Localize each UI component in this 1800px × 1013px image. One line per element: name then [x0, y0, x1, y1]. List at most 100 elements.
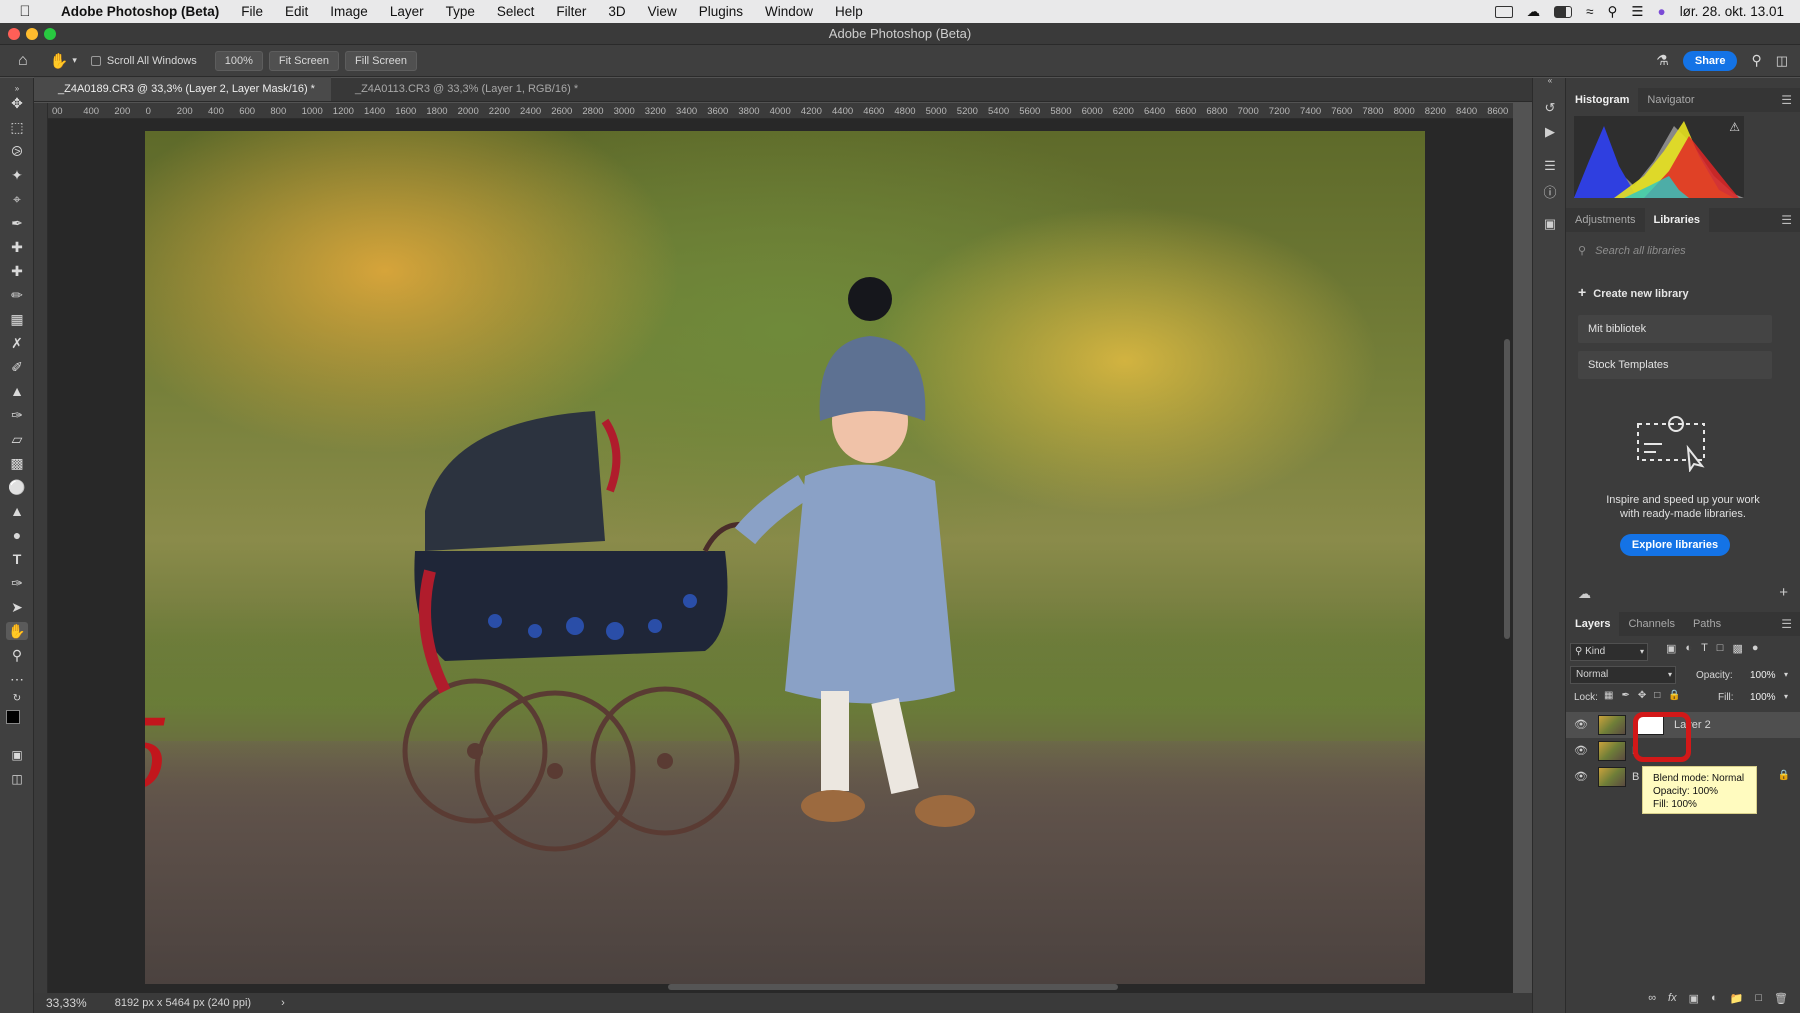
visibility-eye-icon[interactable]: 👁	[1574, 718, 1588, 731]
tab-navigator[interactable]: Navigator	[1638, 88, 1703, 112]
layer-thumbnail[interactable]	[1598, 767, 1626, 787]
close-window-button[interactable]	[8, 28, 20, 40]
foreground-color-swatch[interactable]	[6, 710, 20, 724]
status-zoom[interactable]: 33,33%	[46, 996, 87, 1010]
layer-name[interactable]: B	[1632, 771, 1639, 783]
menu-type[interactable]: Type	[435, 4, 486, 19]
blend-mode-select[interactable]: Normal ▾	[1570, 666, 1676, 684]
eraser-tool-icon[interactable]: ▱	[6, 430, 28, 448]
scroll-all-windows-checkbox[interactable]: Scroll All Windows	[90, 55, 197, 67]
workspace-icon[interactable]: ◫	[1776, 53, 1788, 69]
menu-layer[interactable]: Layer	[379, 4, 435, 19]
eyedropper-tool-icon[interactable]: ✒	[6, 214, 28, 232]
layer-thumbnail[interactable]	[1598, 715, 1626, 735]
menu-plugins[interactable]: Plugins	[688, 4, 754, 19]
paint-brush-tool-icon[interactable]: ✐	[6, 358, 28, 376]
gradient-tool-icon[interactable]: ▩	[6, 454, 28, 472]
tab-document-1[interactable]: _Z4A0189.CR3 @ 33,3% (Layer 2, Layer Mas…	[34, 77, 331, 101]
library-search[interactable]: ⚲ Search all libraries	[1578, 244, 1788, 264]
control-center-icon[interactable]: ☰	[1631, 4, 1643, 20]
panel-menu-icon[interactable]: ☰	[1781, 617, 1800, 631]
type-tool-icon[interactable]: T	[6, 550, 28, 568]
lock-all-icon[interactable]: 🔒	[1668, 690, 1680, 701]
adjustment-filter-icon[interactable]: ◐	[1685, 642, 1692, 655]
remove-tool-icon[interactable]: ✗	[6, 334, 28, 352]
lock-artboard-icon[interactable]: □	[1654, 690, 1660, 701]
properties-sliders-icon[interactable]: ☰	[1541, 158, 1559, 176]
lock-pixels-icon[interactable]: ✒	[1621, 690, 1629, 701]
fill-field[interactable]: 100%	[1750, 692, 1776, 703]
new-group-icon[interactable]: 📁	[1730, 992, 1744, 1005]
vertical-scrollbar[interactable]	[1504, 339, 1510, 639]
vertical-ruler[interactable]	[34, 103, 48, 993]
healing-brush-tool-icon[interactable]: ✚	[6, 262, 28, 280]
object-selection-tool-icon[interactable]: ✦	[6, 166, 28, 184]
type-filter-icon[interactable]: T	[1701, 642, 1708, 655]
panel-menu-icon[interactable]: ☰	[1781, 93, 1800, 107]
chevron-down-icon[interactable]: ▾	[72, 55, 77, 66]
tab-paths[interactable]: Paths	[1684, 612, 1730, 636]
history-icon[interactable]: ↺	[1541, 100, 1559, 118]
new-layer-icon[interactable]: □	[1755, 992, 1762, 1004]
move-tool-icon[interactable]: ✥	[6, 94, 28, 112]
crop-tool-icon[interactable]: ⌖	[6, 190, 28, 208]
cloud-icon[interactable]: ☁	[1578, 586, 1591, 602]
tab-channels[interactable]: Channels	[1619, 612, 1683, 636]
marquee-tool-icon[interactable]: ⬚	[6, 118, 28, 136]
canvas-area[interactable]: 5	[48, 119, 1513, 993]
chevron-down-icon[interactable]: ▾	[1784, 670, 1788, 679]
horizontal-ruler[interactable]: 00 400 200 0 200 400 600 800 1000 1200 1400 1600 180…	[48, 103, 1513, 119]
tab-libraries[interactable]: Libraries	[1644, 208, 1709, 232]
menu-3d[interactable]: 3D	[597, 4, 636, 19]
tab-adjustments[interactable]: Adjustments	[1566, 208, 1645, 232]
library-item[interactable]: Mit bibliotek	[1578, 315, 1772, 343]
search-icon[interactable]: ⚲	[1751, 52, 1761, 69]
swap-colors-icon[interactable]: ↻	[6, 690, 28, 708]
dodge-tool-icon[interactable]: ●	[6, 526, 28, 544]
panel-menu-icon[interactable]: ☰	[1781, 213, 1800, 227]
flask-icon[interactable]: ⚗	[1656, 52, 1669, 69]
hand-tool-preset-icon[interactable]: ✋	[50, 52, 69, 70]
screen-mode-icon[interactable]: ◫	[6, 770, 28, 788]
battery-icon[interactable]	[1554, 5, 1573, 18]
create-library-button[interactable]: + Create new library	[1578, 284, 1689, 300]
minimize-window-button[interactable]	[26, 28, 38, 40]
tab-histogram[interactable]: Histogram	[1566, 88, 1639, 112]
warning-icon[interactable]: ⚠	[1729, 120, 1740, 134]
menu-filter[interactable]: Filter	[545, 4, 597, 19]
wifi-icon[interactable]: ≈	[1586, 4, 1593, 19]
pattern-tool-icon[interactable]: ▦	[6, 310, 28, 328]
explore-libraries-button[interactable]: Explore libraries	[1620, 534, 1730, 556]
spot-healing-tool-icon[interactable]: ✚	[6, 238, 28, 256]
layer-filter-select[interactable]: ⚲ Kind ▾	[1570, 643, 1648, 661]
sharpen-tool-icon[interactable]: ▲	[6, 502, 28, 520]
checkbox-icon[interactable]	[90, 55, 101, 66]
menu-edit[interactable]: Edit	[274, 4, 319, 19]
lock-transparency-icon[interactable]: ▦	[1604, 690, 1613, 701]
more-tools-icon[interactable]: ⋯	[6, 670, 28, 688]
apple-icon[interactable]: 	[0, 3, 50, 20]
pen-tool-icon[interactable]: ✑	[6, 574, 28, 592]
menu-image[interactable]: Image	[319, 4, 379, 19]
layer-style-fx-icon[interactable]: fx	[1668, 992, 1677, 1004]
add-icon[interactable]: +	[1779, 584, 1788, 601]
visibility-eye-icon[interactable]: 👁	[1574, 744, 1588, 757]
learn-icon[interactable]: ▣	[1541, 216, 1559, 234]
filter-toggle-icon[interactable]: ●	[1752, 642, 1759, 655]
opacity-field[interactable]: 100%	[1750, 670, 1776, 681]
layer-thumbnail[interactable]	[1598, 741, 1626, 761]
menu-app-name[interactable]: Adobe Photoshop (Beta)	[50, 4, 230, 19]
fill-screen-button[interactable]: Fill Screen	[345, 50, 417, 71]
document-photo[interactable]: 5	[145, 131, 1425, 984]
shape-filter-icon[interactable]: □	[1717, 642, 1724, 655]
menu-view[interactable]: View	[637, 4, 688, 19]
menubar-clock[interactable]: lør. 28. okt. 13.01	[1680, 4, 1784, 19]
chevron-right-icon[interactable]: ›	[281, 997, 285, 1009]
history-brush-tool-icon[interactable]: ✑	[6, 406, 28, 424]
brush-tool-icon[interactable]: ✏	[6, 286, 28, 304]
path-selection-tool-icon[interactable]: ➤	[6, 598, 28, 616]
fit-screen-button[interactable]: Fit Screen	[268, 50, 340, 71]
chevron-down-icon[interactable]: ▾	[1784, 692, 1788, 701]
menu-file[interactable]: File	[230, 4, 274, 19]
actions-play-icon[interactable]: ▶	[1541, 124, 1559, 142]
